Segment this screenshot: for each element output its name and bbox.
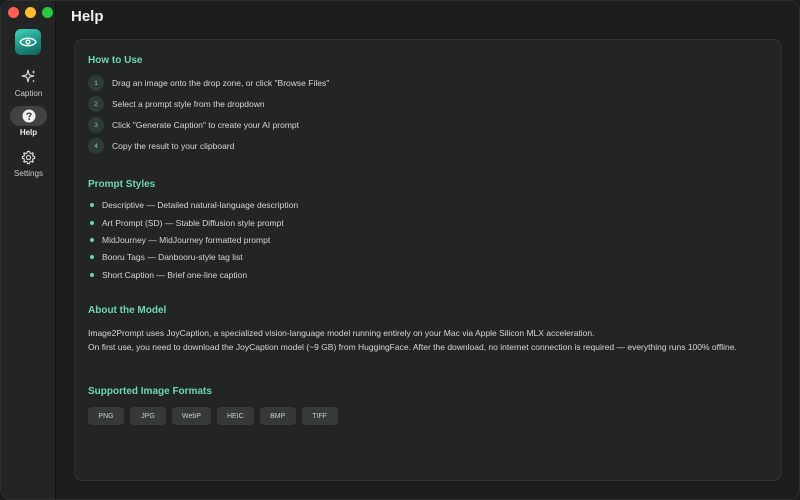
step-number: 1 [88,75,104,91]
step-number: 4 [88,138,104,154]
format-list: PNG JPG WebP HEIC BMP TIFF [88,407,338,425]
list-item: Short Caption — Brief one-line caption [90,270,247,280]
list-item-text: Descriptive — Detailed natural-language … [102,200,299,210]
list-item: MidJourney — MidJourney formatted prompt [90,235,270,245]
sidebar: Caption Help Settings [1,1,56,499]
sparkles-icon [10,67,47,87]
list-item: Descriptive — Detailed natural-language … [90,200,298,210]
bullet-icon [90,238,94,242]
section-title-about: About the Model [88,305,167,316]
about-paragraph-1: Image2Prompt uses JoyCaption, a speciali… [88,328,595,338]
sidebar-item-label: Settings [14,169,43,178]
step-item: 4 Copy the result to your clipboard [88,138,234,154]
list-item-text: Short Caption — Brief one-line caption [102,270,248,280]
sidebar-item-label: Caption [14,89,43,98]
gear-icon [10,147,47,167]
bullet-icon [90,203,94,207]
format-chip: HEIC [216,407,254,425]
format-chip: TIFF [301,407,338,425]
step-number: 3 [88,117,104,133]
close-window-button[interactable] [8,7,19,18]
list-item-text: Art Prompt (SD) — Stable Diffusion style… [102,218,284,228]
step-text: Drag an image onto the drop zone, or cli… [112,78,330,88]
list-item: Art Prompt (SD) — Stable Diffusion style… [90,218,284,228]
sidebar-item-caption[interactable]: Caption [1,67,56,98]
bullet-icon [90,255,94,259]
minimize-window-button[interactable] [25,7,36,18]
format-chip: PNG [88,407,124,425]
section-title-prompt-styles: Prompt Styles [88,179,156,190]
question-circle-icon [10,106,47,126]
step-item: 1 Drag an image onto the drop zone, or c… [88,75,329,91]
main-content: Help How to Use 1 Drag an image onto the… [57,1,799,499]
list-item: Booru Tags — Danbooru-style tag list [90,252,243,262]
zoom-window-button[interactable] [42,7,53,18]
help-card: How to Use 1 Drag an image onto the drop… [74,39,782,481]
app-logo-icon [15,29,41,55]
window-controls [8,7,53,18]
app-window: Caption Help Settings Help How to Use 1 … [0,0,800,500]
bullet-icon [90,221,94,225]
step-item: 3 Click "Generate Caption" to create you… [88,117,299,133]
format-chip: JPG [130,407,166,425]
section-title-how-to-use: How to Use [88,55,143,66]
step-text: Select a prompt style from the dropdown [112,99,265,109]
section-title-formats: Supported Image Formats [88,386,212,397]
sidebar-item-label: Help [19,128,38,137]
step-text: Copy the result to your clipboard [112,141,235,151]
step-number: 2 [88,96,104,112]
list-item-text: Booru Tags — Danbooru-style tag list [102,252,243,262]
format-chip: WebP [172,407,211,425]
sidebar-item-settings[interactable]: Settings [1,147,56,178]
about-paragraph-2: On first use, you need to download the J… [88,342,737,352]
sidebar-item-help[interactable]: Help [1,106,56,137]
bullet-icon [90,273,94,277]
step-text: Click "Generate Caption" to create your … [112,120,299,130]
page-title: Help [71,8,104,25]
step-item: 2 Select a prompt style from the dropdow… [88,96,265,112]
list-item-text: MidJourney — MidJourney formatted prompt [102,235,271,245]
format-chip: BMP [259,407,296,425]
